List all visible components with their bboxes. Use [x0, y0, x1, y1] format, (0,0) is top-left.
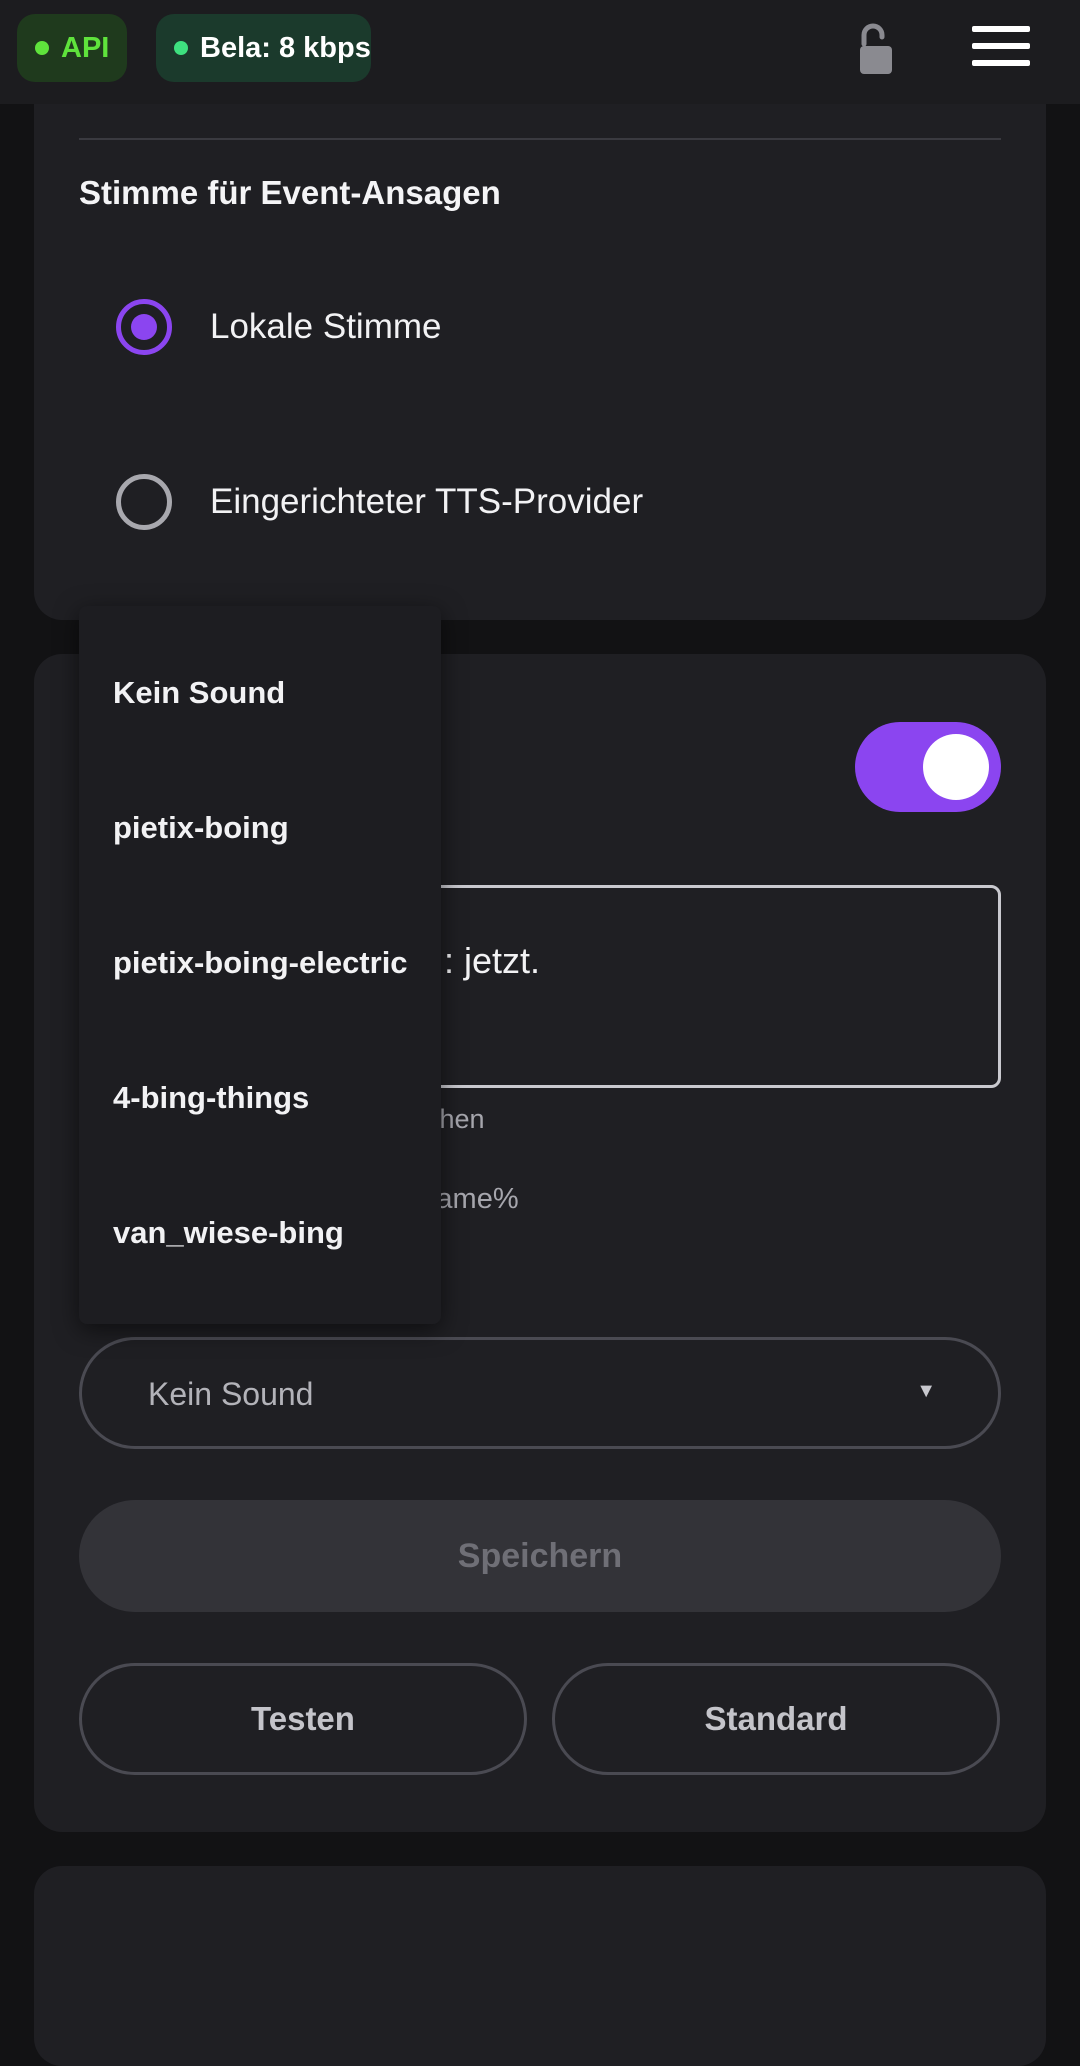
voice-section-title: Stimme für Event-Ansagen: [79, 174, 501, 211]
enable-toggle[interactable]: [855, 722, 1001, 812]
dropdown-option-van-wiese-bing[interactable]: van_wiese-bing: [113, 1215, 344, 1251]
toggle-knob: [923, 734, 989, 800]
menu-icon: [972, 26, 1030, 32]
hamburger-menu-button[interactable]: [972, 26, 1030, 72]
sound-select-value: Kein Sound: [148, 1376, 314, 1412]
dropdown-arrow-icon: ▼: [916, 1380, 936, 1402]
top-bar: API Bela: 8 kbps: [0, 0, 1080, 104]
api-status-badge[interactable]: API: [17, 14, 127, 82]
section-divider: [79, 138, 1001, 140]
dropdown-option-4-bing-things[interactable]: 4-bing-things: [113, 1080, 309, 1116]
radio-option-local-voice[interactable]: Lokale Stimme: [116, 297, 441, 357]
test-button[interactable]: Testen: [79, 1663, 527, 1775]
dropdown-option-kein-sound[interactable]: Kein Sound: [113, 675, 285, 711]
radio-label-tts-provider: Eingerichteter TTS-Provider: [210, 482, 644, 521]
radio-label-local-voice: Lokale Stimme: [210, 307, 442, 346]
radio-unchecked-icon[interactable]: [116, 474, 172, 530]
radio-option-tts-provider[interactable]: Eingerichteter TTS-Provider: [116, 472, 643, 532]
default-button[interactable]: Standard: [552, 1663, 1000, 1775]
status-dot-icon: [35, 41, 49, 55]
unlock-button[interactable]: [852, 22, 904, 78]
menu-icon-line: [972, 60, 1030, 66]
sound-select[interactable]: Kein Sound ▼: [79, 1337, 1001, 1449]
next-settings-card: [34, 1866, 1046, 2066]
dropdown-option-pietix-boing[interactable]: pietix-boing: [113, 810, 289, 846]
status-dot-icon: [174, 41, 188, 55]
dropdown-option-pietix-boing-electric[interactable]: pietix-boing-electric: [113, 945, 408, 981]
menu-icon-line: [972, 43, 1030, 49]
sound-dropdown-menu: Kein Sound pietix-boing pietix-boing-ele…: [79, 606, 441, 1324]
bela-bitrate-badge[interactable]: Bela: 8 kbps: [156, 14, 371, 82]
message-text: : jetzt.: [444, 940, 541, 981]
api-status-label: API: [61, 31, 110, 64]
unlock-icon: [860, 23, 892, 74]
save-button[interactable]: Speichern: [79, 1500, 1001, 1612]
radio-checked-icon[interactable]: [116, 299, 172, 355]
bela-bitrate-label: Bela: 8 kbps: [200, 31, 371, 64]
